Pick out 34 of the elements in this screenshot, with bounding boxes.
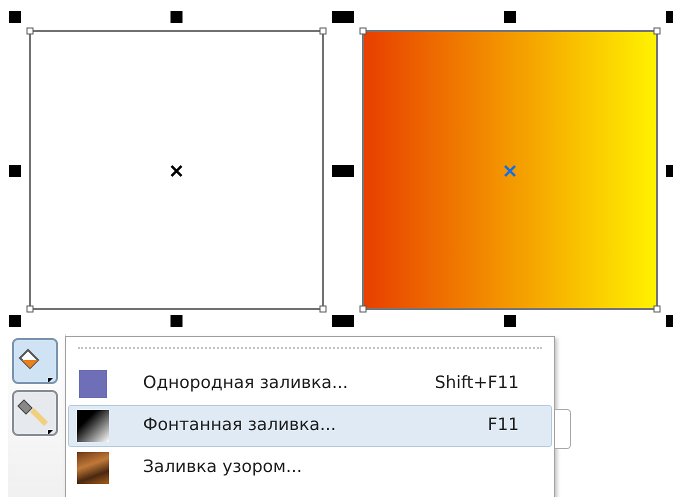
node-handle[interactable]	[654, 28, 660, 34]
selection-handle[interactable]	[170, 315, 182, 327]
shortcut-text: Shift+F11	[434, 372, 519, 396]
selection-handle[interactable]	[9, 11, 21, 23]
node-handle[interactable]	[320, 306, 326, 312]
selection-handle[interactable]	[504, 315, 516, 327]
selection-handle[interactable]	[342, 11, 354, 23]
center-mark-icon	[170, 164, 183, 178]
selection-handle[interactable]	[504, 11, 516, 23]
selection-handle[interactable]	[342, 165, 354, 177]
node-handle[interactable]	[360, 28, 366, 34]
selection-handle[interactable]	[9, 165, 21, 177]
selection-handle[interactable]	[666, 11, 673, 23]
selection-handle[interactable]	[170, 11, 182, 23]
shortcut-text: F11	[488, 414, 519, 438]
selection-handle[interactable]	[666, 165, 673, 177]
outline-tool-button[interactable]	[12, 390, 58, 436]
node-handle[interactable]	[360, 306, 366, 312]
menu-item-label: Однородная заливка...	[143, 372, 350, 396]
menu-item[interactable]: Заливка узором...	[68, 447, 552, 489]
selection-handle[interactable]	[666, 315, 673, 327]
selection-handle[interactable]	[9, 315, 21, 327]
node-handle[interactable]	[320, 28, 326, 34]
menu-item[interactable]: Однородная заливка... Shift+F11	[68, 363, 552, 405]
center-mark-icon	[504, 164, 516, 178]
flyout-tab[interactable]	[555, 409, 571, 449]
menu-item[interactable]: Фонтанная заливка... F11	[68, 405, 552, 447]
selection-handle[interactable]	[342, 315, 354, 327]
node-handle[interactable]	[26, 306, 34, 312]
menu-item-label: Фонтанная заливка...	[143, 414, 338, 438]
node-handle[interactable]	[654, 306, 660, 312]
menu-item-label: Заливка узором...	[143, 456, 304, 480]
node-handle[interactable]	[26, 28, 34, 34]
fill-tool-button[interactable]	[12, 338, 58, 384]
